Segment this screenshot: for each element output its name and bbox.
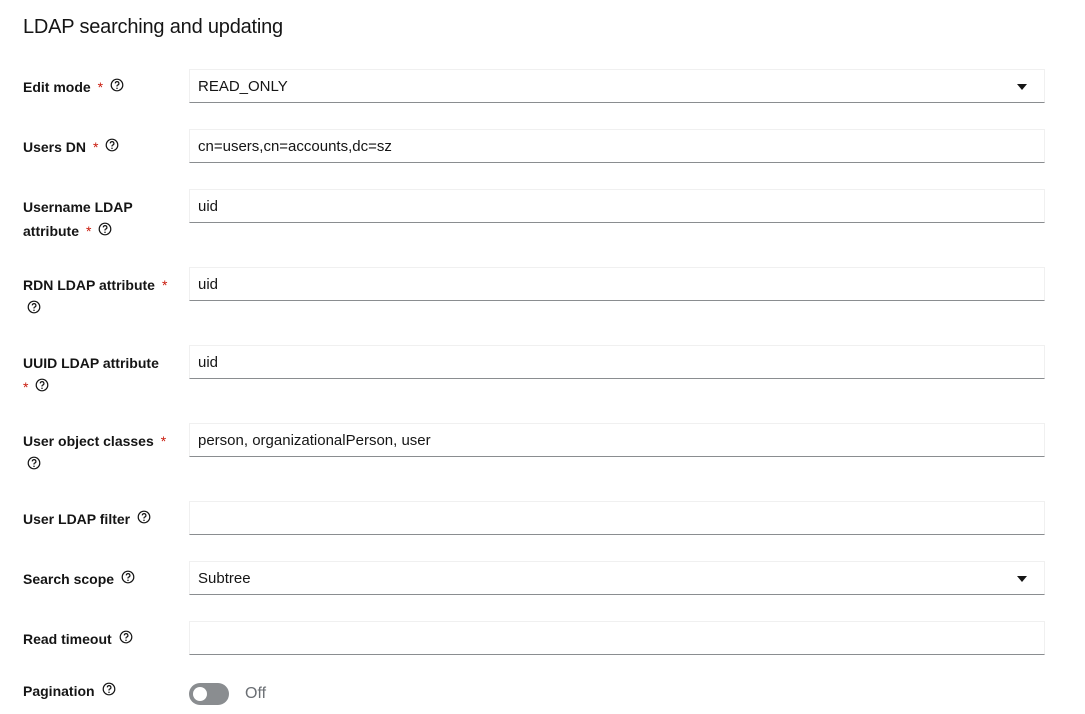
help-icon[interactable] bbox=[98, 219, 112, 243]
help-icon[interactable] bbox=[35, 375, 49, 399]
uuid-ldap-attribute-label: UUID LDAP attribute * bbox=[23, 351, 159, 399]
users-dn-label: Users DN * bbox=[23, 135, 119, 159]
username-ldap-attribute-label: Username LDAP attribute * bbox=[23, 195, 133, 243]
users-dn-value: cn=users,cn=accounts,dc=sz bbox=[198, 138, 392, 155]
username-ldap-attribute-label-line2: attribute bbox=[23, 223, 79, 239]
toggle-knob bbox=[193, 687, 207, 701]
user-ldap-filter-input[interactable] bbox=[189, 501, 1045, 535]
caret-down-icon bbox=[1017, 576, 1027, 582]
user-object-classes-label-text: User object classes bbox=[23, 433, 154, 449]
pagination-label-text: Pagination bbox=[23, 683, 95, 699]
user-ldap-filter-label-text: User LDAP filter bbox=[23, 511, 131, 527]
username-ldap-attribute-input[interactable]: uid bbox=[189, 189, 1045, 223]
search-scope-value: Subtree bbox=[198, 570, 251, 587]
user-object-classes-input[interactable]: person, organizationalPerson, user bbox=[189, 423, 1045, 457]
required-marker: * bbox=[86, 223, 92, 239]
rdn-ldap-attribute-input[interactable]: uid bbox=[189, 267, 1045, 301]
rdn-ldap-attribute-label: RDN LDAP attribute * bbox=[23, 273, 167, 321]
section-title: LDAP searching and updating bbox=[23, 16, 283, 38]
user-object-classes-label: User object classes * bbox=[23, 429, 166, 477]
uuid-ldap-attribute-value: uid bbox=[198, 354, 219, 371]
help-icon[interactable] bbox=[110, 75, 124, 99]
edit-mode-label-text: Edit mode bbox=[23, 79, 91, 95]
read-timeout-input[interactable] bbox=[189, 621, 1045, 655]
caret-down-icon bbox=[1017, 84, 1027, 90]
search-scope-select[interactable]: Subtree bbox=[189, 561, 1045, 595]
help-icon[interactable] bbox=[105, 135, 119, 159]
pagination-state-label: Off bbox=[245, 685, 267, 702]
edit-mode-label: Edit mode * bbox=[23, 75, 124, 99]
rdn-ldap-attribute-label-text: RDN LDAP attribute bbox=[23, 277, 155, 293]
pagination-toggle[interactable] bbox=[189, 683, 229, 705]
uuid-ldap-attribute-input[interactable]: uid bbox=[189, 345, 1045, 379]
help-icon[interactable] bbox=[121, 567, 135, 591]
username-ldap-attribute-label-line1: Username LDAP bbox=[23, 199, 133, 215]
search-scope-label-text: Search scope bbox=[23, 571, 115, 587]
help-icon[interactable] bbox=[27, 297, 41, 321]
required-marker: * bbox=[161, 277, 168, 293]
users-dn-input[interactable]: cn=users,cn=accounts,dc=sz bbox=[189, 129, 1045, 163]
username-ldap-attribute-value: uid bbox=[198, 198, 219, 215]
read-timeout-label: Read timeout bbox=[23, 627, 133, 651]
help-icon[interactable] bbox=[102, 679, 116, 703]
user-object-classes-value: person, organizationalPerson, user bbox=[198, 432, 431, 449]
help-icon[interactable] bbox=[119, 627, 133, 651]
users-dn-label-text: Users DN bbox=[23, 139, 87, 155]
required-marker: * bbox=[97, 79, 104, 95]
required-marker: * bbox=[23, 379, 29, 395]
user-ldap-filter-label: User LDAP filter bbox=[23, 507, 151, 531]
required-marker: * bbox=[160, 433, 167, 449]
search-scope-label: Search scope bbox=[23, 567, 135, 591]
help-icon[interactable] bbox=[137, 507, 151, 531]
uuid-ldap-attribute-label-text: UUID LDAP attribute bbox=[23, 355, 159, 371]
pagination-label: Pagination bbox=[23, 679, 116, 703]
edit-mode-value: READ_ONLY bbox=[198, 78, 288, 95]
help-icon[interactable] bbox=[27, 453, 41, 477]
rdn-ldap-attribute-value: uid bbox=[198, 276, 219, 293]
read-timeout-label-text: Read timeout bbox=[23, 631, 112, 647]
required-marker: * bbox=[93, 139, 99, 155]
edit-mode-select[interactable]: READ_ONLY bbox=[189, 69, 1045, 103]
